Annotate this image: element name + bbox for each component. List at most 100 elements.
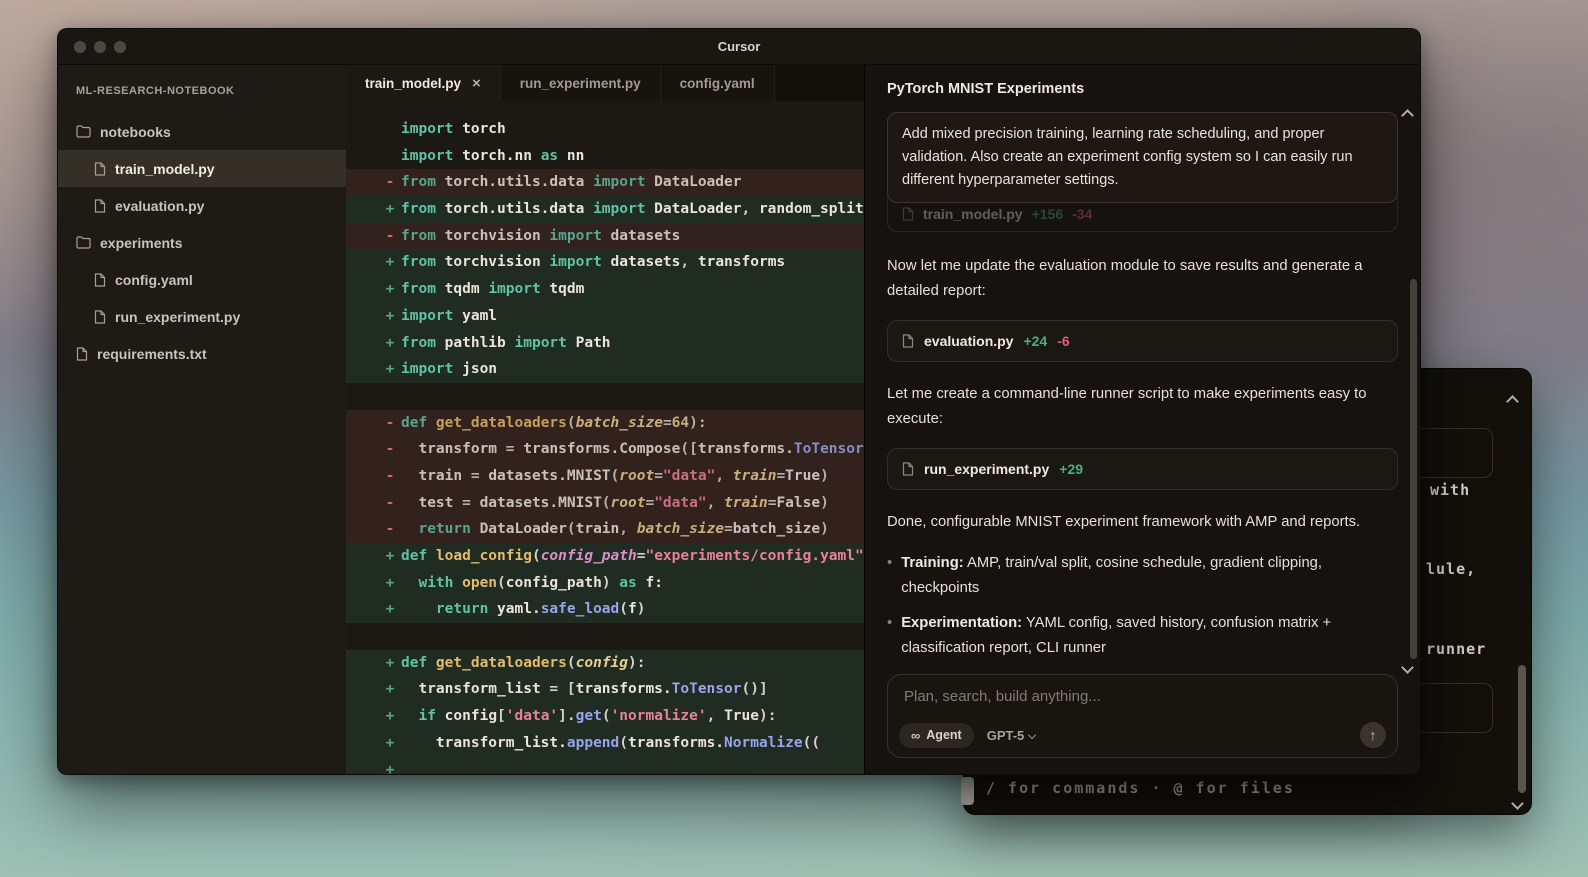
user-message-bubble: Add mixed precision training, learning r… (887, 112, 1398, 203)
bullet-item: •Training: AMP, train/val split, cosine … (887, 551, 1398, 601)
tab-train-model-py[interactable]: train_model.py× (346, 65, 501, 101)
tab-config-yaml[interactable]: config.yaml (661, 65, 775, 101)
code-token: Path (567, 335, 611, 351)
sidebar-item-config-yaml[interactable]: config.yaml (58, 261, 346, 298)
code-token: import (593, 201, 645, 217)
code-token: , (715, 468, 732, 484)
file-diff-card[interactable]: evaluation.py+24-6 (887, 320, 1398, 362)
code-text: from torch.utils.data import DataLoader,… (401, 201, 864, 217)
code-token: = (462, 495, 479, 511)
code-token: ): (628, 655, 645, 671)
code-token: transform_list (401, 681, 549, 697)
code-token: = (776, 468, 785, 484)
code-text: with open(config_path) as f: (401, 575, 663, 591)
lines-removed: -6 (1057, 333, 1069, 349)
scroll-down-icon[interactable] (1401, 661, 1414, 674)
code-token: append (567, 735, 619, 751)
model-selector[interactable]: GPT-5 (987, 728, 1036, 743)
code-token: pathlib (436, 335, 515, 351)
code-line: - transform = transforms.Compose([transf… (346, 436, 864, 463)
code-token: = (506, 441, 523, 457)
code-text: return DataLoader(train, batch_size=batc… (401, 521, 829, 537)
code-token: import (549, 254, 601, 270)
zoom-window-button[interactable] (114, 41, 126, 53)
code-token: if (418, 708, 435, 724)
sidebar-item-label: notebooks (100, 124, 171, 140)
title-bar: Cursor (58, 29, 1420, 65)
background-text-fragment: lule, (1426, 560, 1476, 578)
code-token: import (401, 148, 453, 164)
code-token: train (733, 468, 777, 484)
code-token: open (453, 575, 497, 591)
diff-removed-marker: - (382, 410, 398, 437)
command-hint-text: / for commands · @ for files (986, 779, 1295, 797)
sidebar-item-run-experiment-py[interactable]: run_experiment.py (58, 298, 346, 335)
sidebar-item-evaluation-py[interactable]: evaluation.py (58, 187, 346, 224)
scroll-up-icon[interactable] (1401, 109, 1414, 122)
chat-title: PyTorch MNIST Experiments (887, 65, 1398, 112)
tab-label: run_experiment.py (520, 76, 641, 91)
code-text: transform_list = [transforms.ToTensor()] (401, 681, 768, 697)
lines-added: +24 (1023, 333, 1047, 349)
code-token: ([ (680, 441, 697, 457)
file-diff-card[interactable]: run_experiment.py+29 (887, 448, 1398, 490)
code-token: get (576, 708, 602, 724)
code-token: "data" (663, 468, 715, 484)
code-token: as (541, 148, 558, 164)
code-token: yaml. (488, 601, 540, 617)
close-tab-icon[interactable]: × (472, 76, 481, 91)
code-line: + if config['data'].get('normalize', Tru… (346, 703, 864, 730)
code-token: transform_list. (401, 735, 567, 751)
code-line: +import json (346, 356, 864, 383)
input-placeholder: Plan, search, build anything... (888, 675, 1397, 705)
code-token: torchvision (436, 254, 550, 270)
diff-added-marker: + (382, 650, 398, 677)
close-window-button[interactable] (74, 41, 86, 53)
code-line: +def load_config(config_path="experiment… (346, 543, 864, 570)
code-text: from torchvision import datasets, transf… (401, 254, 785, 270)
code-token: get_dataloaders (427, 655, 567, 671)
code-text: import torch (401, 121, 506, 137)
sidebar-item-notebooks[interactable]: notebooks (58, 113, 346, 150)
code-text: import torch.nn as nn (401, 148, 584, 164)
scroll-up-icon[interactable] (1506, 395, 1519, 408)
code-token: transforms. (523, 441, 619, 457)
code-token: Compose (619, 441, 680, 457)
code-token: from (401, 281, 436, 297)
code-area[interactable]: import torchimport torch.nn as nn-from t… (346, 101, 864, 774)
code-token: ) (602, 575, 619, 591)
scrollbar-thumb[interactable] (961, 777, 974, 805)
assistant-message: Now let me update the evaluation module … (887, 254, 1398, 304)
code-token: import (549, 228, 601, 244)
code-token: ToTensor (794, 441, 864, 457)
scroll-down-icon[interactable] (1511, 797, 1524, 810)
code-token: ToTensor (672, 681, 742, 697)
tab-run-experiment-py[interactable]: run_experiment.py (501, 65, 661, 101)
chat-input[interactable]: Plan, search, build anything... ∞ Agent … (887, 674, 1398, 758)
sidebar-item-train-model-py[interactable]: train_model.py (58, 150, 346, 187)
file-diff-row[interactable]: train_model.py +156 -34 (902, 206, 1092, 222)
code-token: ( (497, 575, 506, 591)
code-token: ) (637, 601, 646, 617)
diff-added-marker: + (382, 730, 398, 757)
minimize-window-button[interactable] (94, 41, 106, 53)
code-line: + transform_list.append(transforms.Norma… (346, 730, 864, 757)
agent-mode-pill[interactable]: ∞ Agent (899, 723, 974, 748)
send-button[interactable]: ↑ (1360, 722, 1386, 748)
code-token: ]. (558, 708, 575, 724)
traffic-lights (74, 41, 126, 53)
sidebar-item-requirements-txt[interactable]: requirements.txt (58, 335, 346, 372)
code-token: ( (567, 415, 576, 431)
scrollbar-thumb[interactable] (1518, 665, 1526, 793)
code-token: ) (820, 468, 829, 484)
code-text: transform_list.append(transforms.Normali… (401, 735, 820, 751)
code-line: -from torch.utils.data import DataLoader (346, 169, 864, 196)
ai-chat-panel: PyTorch MNIST Experiments Add mixed prec… (864, 65, 1420, 774)
scrollbar-thumb[interactable] (1410, 279, 1417, 659)
code-line: +def get_dataloaders(config): (346, 650, 864, 677)
folder-icon (76, 125, 91, 138)
code-token: ( (532, 548, 541, 564)
diff-removed-marker: - (382, 490, 398, 517)
sidebar-item-experiments[interactable]: experiments (58, 224, 346, 261)
code-token: import (401, 121, 453, 137)
